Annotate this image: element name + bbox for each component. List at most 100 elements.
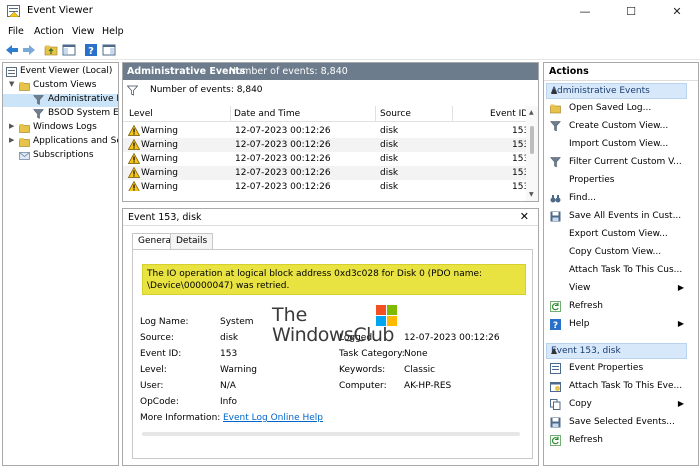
tree-item-subscriptions[interactable]: Subscriptions [3,150,118,163]
action-export-custom-view[interactable]: Export Custom View... [548,226,686,244]
detail-horizontal-scrollbar[interactable] [142,432,520,436]
submenu-arrow-icon: ▶ [677,319,684,328]
table-row[interactable]: Warning 12-07-2023 00:12:26 disk 153 [123,180,526,191]
tree-item-bsod-system-errors[interactable]: BSOD System Err [3,108,118,121]
action-refresh[interactable]: Refresh [548,298,686,316]
action-filter-current-custom-view[interactable]: Filter Current Custom V... [548,154,686,172]
tab-details[interactable]: Details [170,233,214,249]
action-label: Import Custom View... [569,139,669,149]
chevron-right-icon[interactable]: ▶ [9,136,14,144]
action-save-selected-events[interactable]: Save Selected Events... [548,414,686,432]
action-label: Help [569,319,590,329]
cell-level: Warning [141,182,179,191]
close-detail-icon[interactable]: ✕ [520,210,529,223]
forward-arrow-icon[interactable] [22,43,36,57]
column-header-level[interactable]: Level [129,109,153,119]
column-header-event-id[interactable]: Event ID [490,109,528,119]
tree-item-custom-views[interactable]: ▼ Custom Views [3,80,118,93]
tree-label: Custom Views [33,80,97,90]
tree-label: BSOD System Err [48,108,119,118]
events-summary: Number of events: 8,840 [127,84,427,98]
chevron-right-icon[interactable]: ▶ [9,122,14,130]
column-divider[interactable] [452,106,453,122]
back-arrow-icon[interactable] [5,43,19,57]
action-copy[interactable]: Copy ▶ [548,396,686,414]
value-task-category: None [404,349,428,359]
action-label: Attach Task To This Eve... [569,381,683,391]
action-copy-custom-view[interactable]: Copy Custom View... [548,244,686,262]
actions-section-event-153-disk[interactable]: Event 153, disk ▲ [546,343,687,359]
show-hide-tree-icon[interactable] [62,43,76,57]
column-header-source[interactable]: Source [380,109,411,119]
warning-icon [128,153,140,164]
table-row[interactable]: Warning 12-07-2023 00:12:26 disk 153 [123,152,529,166]
folder-up-icon[interactable] [44,43,58,57]
cell-source: disk [380,168,399,178]
action-refresh-event[interactable]: Refresh [548,432,686,450]
show-hide-action-pane-icon[interactable] [102,43,116,57]
tree-label: Event Viewer (Local) [20,66,113,76]
refresh-icon [550,435,561,446]
events-vertical-scrollbar[interactable]: ▲ ▼ [526,106,538,201]
column-divider[interactable] [230,106,231,122]
action-label: Refresh [569,435,603,445]
column-header-date-time[interactable]: Date and Time [234,109,300,119]
action-import-custom-view[interactable]: Import Custom View... [548,136,686,154]
action-attach-task-event[interactable]: Attach Task To This Eve... [548,378,686,396]
cell-date-time: 12-07-2023 00:12:26 [235,154,331,164]
menu-view[interactable]: View [72,26,95,37]
collapse-up-icon[interactable]: ▲ [551,346,683,355]
menu-file[interactable]: File [8,26,24,37]
copy-icon [550,399,561,410]
event-message: The IO operation at logical block addres… [142,264,526,295]
maximize-button[interactable]: ☐ [608,0,654,23]
action-label: Properties [569,175,615,185]
tree-item-windows-logs[interactable]: ▶ Windows Logs [3,122,118,135]
event-log-online-help-link[interactable]: Event Log Online Help [223,413,323,423]
menu-action[interactable]: Action [34,26,64,37]
close-button[interactable]: ✕ [654,0,700,23]
action-event-properties[interactable]: Event Properties [548,360,686,378]
help-icon[interactable]: ? [84,43,98,57]
scroll-thumb[interactable] [530,126,534,154]
table-row[interactable]: Warning 12-07-2023 00:12:26 disk 153 [123,166,529,180]
column-divider[interactable] [375,106,376,122]
value-source: disk [220,333,239,343]
cell-date-time: 12-07-2023 00:12:26 [235,140,331,150]
cell-source: disk [380,154,399,164]
action-attach-task-custom-view[interactable]: Attach Task To This Cus... [548,262,686,280]
filter-icon [33,109,44,119]
action-create-custom-view[interactable]: Create Custom View... [548,118,686,136]
value-user: N/A [220,381,236,391]
actions-section-administrative-events[interactable]: Administrative Events ▲ [546,83,687,99]
action-find[interactable]: Find... [548,190,686,208]
scroll-up-icon[interactable]: ▲ [529,109,534,116]
action-view[interactable]: View ▶ [548,280,686,298]
action-label: Save All Events in Cust... [569,211,682,221]
watermark-line-2: WindowsClub [272,324,394,346]
tree-item-administrative-events[interactable]: Administrative Ev [3,94,118,107]
table-row[interactable]: Warning 12-07-2023 00:12:26 disk 153 [123,138,529,152]
tree-item-applications-and-services[interactable]: ▶ Applications and Ser [3,136,118,149]
action-label: Event Properties [569,363,644,373]
collapse-up-icon[interactable]: ▲ [551,86,683,95]
tree-item-event-viewer-local[interactable]: Event Viewer (Local) [3,66,118,79]
submenu-arrow-icon: ▶ [677,399,684,408]
filter-icon [550,121,561,132]
action-save-all-events[interactable]: Save All Events in Cust... [548,208,686,226]
actions-title-bar: Actions [544,63,698,81]
actions-pane: Actions Administrative Events ▲ Open Sav… [543,62,699,466]
menu-help[interactable]: Help [102,26,124,37]
folder-icon [19,82,30,91]
filter-icon [127,85,138,96]
scroll-down-icon[interactable]: ▼ [529,191,534,198]
action-label: Open Saved Log... [569,103,652,113]
action-open-saved-log[interactable]: Open Saved Log... [548,100,686,118]
action-help[interactable]: ? Help ▶ [548,316,686,334]
value-logged: 12-07-2023 00:12:26 [404,333,500,343]
action-properties[interactable]: Properties [548,172,686,190]
chevron-down-icon[interactable]: ▼ [9,80,14,88]
minimize-button[interactable]: — [562,0,608,23]
save-disk-icon [550,417,561,428]
table-row[interactable]: Warning 12-07-2023 00:12:26 disk 153 [123,124,529,138]
